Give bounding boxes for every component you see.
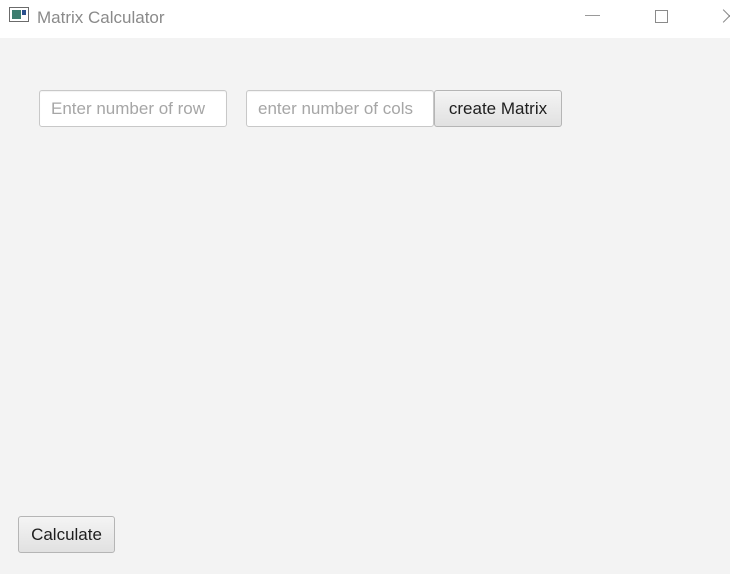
title-bar[interactable]: Matrix Calculator — [0, 0, 730, 38]
maximize-button[interactable] — [638, 0, 684, 32]
minimize-button[interactable] — [569, 0, 615, 32]
rows-input[interactable] — [39, 90, 227, 127]
close-icon — [723, 9, 730, 23]
maximize-icon — [654, 9, 668, 23]
close-button[interactable] — [706, 0, 730, 32]
cols-input[interactable] — [246, 90, 434, 127]
matrix-calculator-window: Matrix Calculator create Matrix Calculat… — [0, 0, 730, 574]
create-matrix-button[interactable]: create Matrix — [434, 90, 562, 127]
calculate-button[interactable]: Calculate — [18, 516, 115, 553]
app-window-icon — [9, 7, 29, 22]
minimize-icon — [584, 15, 600, 16]
window-title: Matrix Calculator — [37, 8, 165, 27]
